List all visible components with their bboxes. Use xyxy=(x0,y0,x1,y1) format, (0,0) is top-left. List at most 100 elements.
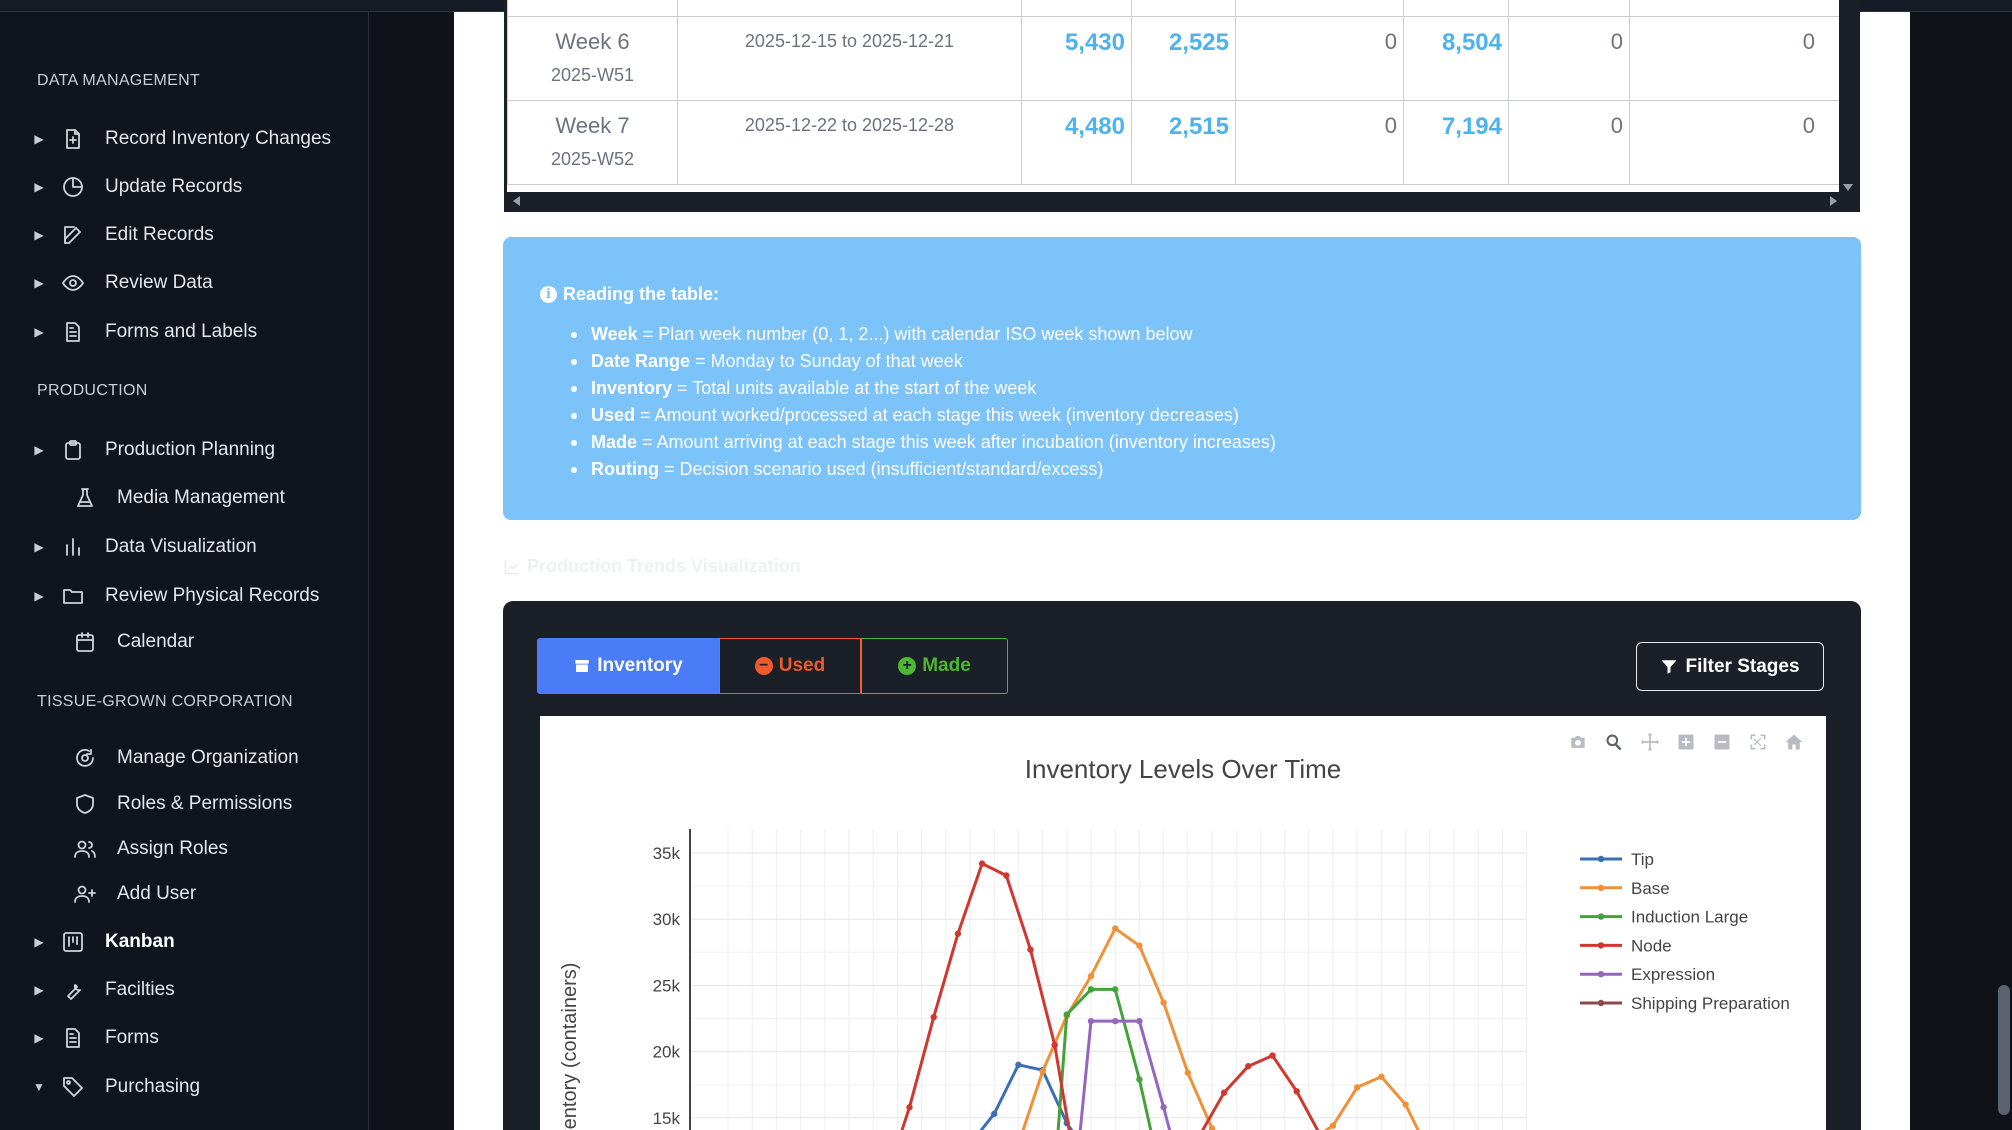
value-cell: 7,194 xyxy=(1403,100,1509,185)
caret-right-icon[interactable]: ▶ xyxy=(33,589,45,603)
plot-area[interactable]: 35k 30k 25k 20k 15k Inventory (containers) Tip… xyxy=(540,716,1826,1130)
inventory-chart[interactable]: Inventory Levels Over Time 35k 30k 25k 20k 1… xyxy=(540,716,1826,1130)
sidebar-item-manage-organization[interactable]: ▶Manage Organization xyxy=(6,738,375,778)
series-line-expression xyxy=(1078,1019,1172,1130)
legend-entry: Tip xyxy=(1631,850,1654,869)
data-point xyxy=(1354,1084,1361,1091)
caret-right-icon[interactable]: ▶ xyxy=(33,132,45,146)
table-horizontal-scrollbar[interactable] xyxy=(507,192,1857,209)
sidebar-item-record-inventory-changes[interactable]: ▶ Record Inventory Changes xyxy=(0,119,369,159)
scroll-left-icon[interactable] xyxy=(513,196,520,206)
y-tick-label: 15k xyxy=(653,1109,681,1128)
section-title: Production Trends Visualization xyxy=(503,556,801,577)
date-range-cell: 2025-12-22 to 2025-12-28 xyxy=(677,100,1022,185)
plan-table-scroll[interactable]: Week 6 2025-W51 2025-12-15 to 2025-12-21 … xyxy=(504,0,1860,212)
caret-right-icon[interactable]: ▶ xyxy=(33,228,45,242)
filter-stages-button[interactable]: Filter Stages xyxy=(1636,642,1824,691)
term-description: = Decision scenario used (insufficient/s… xyxy=(658,459,1104,479)
document-icon xyxy=(60,319,86,345)
term-label: Date Range xyxy=(591,351,691,371)
chart-panel: Inventory − Used + Made Filter Stages In… xyxy=(503,601,1861,1130)
plan-table: Week 6 2025-W51 2025-12-15 to 2025-12-21 … xyxy=(507,0,1840,185)
caret-right-icon[interactable]: ▶ xyxy=(33,276,45,290)
sidebar-item-production-planning[interactable]: ▶ Production Planning xyxy=(0,430,369,470)
trend-chart-icon xyxy=(504,559,519,574)
clock-icon xyxy=(60,174,86,200)
tab-inventory[interactable]: Inventory xyxy=(537,638,719,694)
document-icon xyxy=(60,1025,86,1051)
term-label: Week xyxy=(591,324,638,344)
caret-down-icon[interactable]: ▼ xyxy=(33,1080,45,1094)
sidebar-item-calendar[interactable]: ▶Calendar xyxy=(6,622,375,662)
sidebar-item-label: Forms and Labels xyxy=(105,321,258,342)
sidebar-item-label: Add User xyxy=(117,883,197,904)
tab-used[interactable]: − Used xyxy=(719,638,861,694)
y-tick-label: 20k xyxy=(653,1043,681,1062)
sidebar-item-label: Media Management xyxy=(117,487,285,508)
list-item: Routing = Decision scenario used (insuff… xyxy=(565,456,1276,483)
data-point xyxy=(930,1013,937,1021)
sidebar-item-data-visualization[interactable]: ▶ Data Visualization xyxy=(0,527,369,567)
tab-made[interactable]: + Made xyxy=(861,638,1008,694)
sidebar-item-label: Forms xyxy=(105,1027,159,1048)
sidebar-item-forms[interactable]: ▶ Forms xyxy=(0,1018,369,1058)
sidebar-item-roles-permissions[interactable]: ▶Roles & Permissions xyxy=(6,784,375,824)
value-cell: 0 xyxy=(1508,16,1630,101)
caret-right-icon[interactable]: ▶ xyxy=(33,325,45,339)
legend-entry: Node xyxy=(1631,936,1672,955)
caret-right-icon[interactable]: ▶ xyxy=(33,935,45,949)
plus-circle-icon: + xyxy=(898,657,917,675)
inventory-cell: 4,480 xyxy=(1021,100,1132,185)
data-point xyxy=(1051,1041,1058,1049)
sidebar-item-review-physical-records[interactable]: ▶ Review Physical Records xyxy=(0,576,369,616)
sidebar-section-title: TISSUE-GROWN CORPORATION xyxy=(37,693,293,710)
term-description: = Plan week number (0, 1, 2...) with cal… xyxy=(637,324,1193,344)
sidebar-item-label: Data Visualization xyxy=(105,536,257,557)
sidebar-item-forms-and-labels[interactable]: ▶ Forms and Labels xyxy=(0,312,369,352)
minus-circle-icon: − xyxy=(754,657,773,675)
sidebar-item-kanban[interactable]: ▶ Kanban xyxy=(0,922,369,962)
scroll-right-icon[interactable] xyxy=(1830,196,1837,206)
edit-icon xyxy=(60,222,86,248)
flask-icon xyxy=(72,485,98,511)
term-description: = Monday to Sunday of that week xyxy=(690,351,963,371)
sidebar-item-media-management[interactable]: ▶Media Management xyxy=(6,478,375,518)
list-item: Week = Plan week number (0, 1, 2...) wit… xyxy=(565,321,1276,348)
term-label: Routing xyxy=(591,459,659,479)
list-item: Date Range = Monday to Sunday of that we… xyxy=(565,348,1276,375)
data-point xyxy=(1220,1089,1228,1096)
caret-right-icon[interactable]: ▶ xyxy=(33,180,45,194)
sidebar-item-update-records[interactable]: ▶ Update Records xyxy=(0,167,369,207)
caret-right-icon[interactable]: ▶ xyxy=(33,540,45,554)
sidebar-item-facilties[interactable]: ▶ Facilties xyxy=(0,970,369,1010)
data-point xyxy=(991,1110,998,1118)
data-point xyxy=(1136,1076,1143,1083)
term-label: Inventory xyxy=(591,378,673,398)
data-point xyxy=(1160,999,1167,1006)
caret-right-icon[interactable]: ▶ xyxy=(33,1031,45,1045)
series-line-node xyxy=(900,862,1320,1130)
sidebar-item-assign-roles[interactable]: ▶Assign Roles xyxy=(6,829,375,869)
page-scrollbar[interactable] xyxy=(1994,12,2012,1130)
scroll-down-icon[interactable] xyxy=(1843,184,1853,191)
sidebar-item-edit-records[interactable]: ▶ Edit Records xyxy=(0,215,369,255)
term-label: Made xyxy=(591,432,638,452)
left-gutter xyxy=(370,12,454,1130)
page-scrollbar-thumb[interactable] xyxy=(1998,985,2010,1115)
table-vertical-scrollbar[interactable] xyxy=(1839,0,1857,195)
sidebar-item-label: Update Records xyxy=(105,176,243,197)
sidebar-item-review-data[interactable]: ▶ Review Data xyxy=(0,263,369,303)
sidebar-item-purchasing[interactable]: ▼ Purchasing xyxy=(0,1067,369,1107)
wrench-icon xyxy=(60,977,86,1003)
sidebar-item-add-user[interactable]: ▶Add User xyxy=(6,874,375,914)
data-point xyxy=(1184,1069,1191,1076)
value-cell: 0 xyxy=(1235,100,1404,185)
caret-right-icon[interactable]: ▶ xyxy=(33,443,45,457)
date-range-cell: 2025-12-15 to 2025-12-21 xyxy=(677,16,1022,101)
term-description: = Total units available at the start of … xyxy=(672,378,1037,398)
sidebar-item-label: Calendar xyxy=(117,631,195,652)
sidebar-item-label: Facilties xyxy=(105,979,175,1000)
legend-swatch-dot xyxy=(1597,999,1605,1007)
data-point xyxy=(1112,925,1119,932)
caret-right-icon[interactable]: ▶ xyxy=(33,983,45,997)
